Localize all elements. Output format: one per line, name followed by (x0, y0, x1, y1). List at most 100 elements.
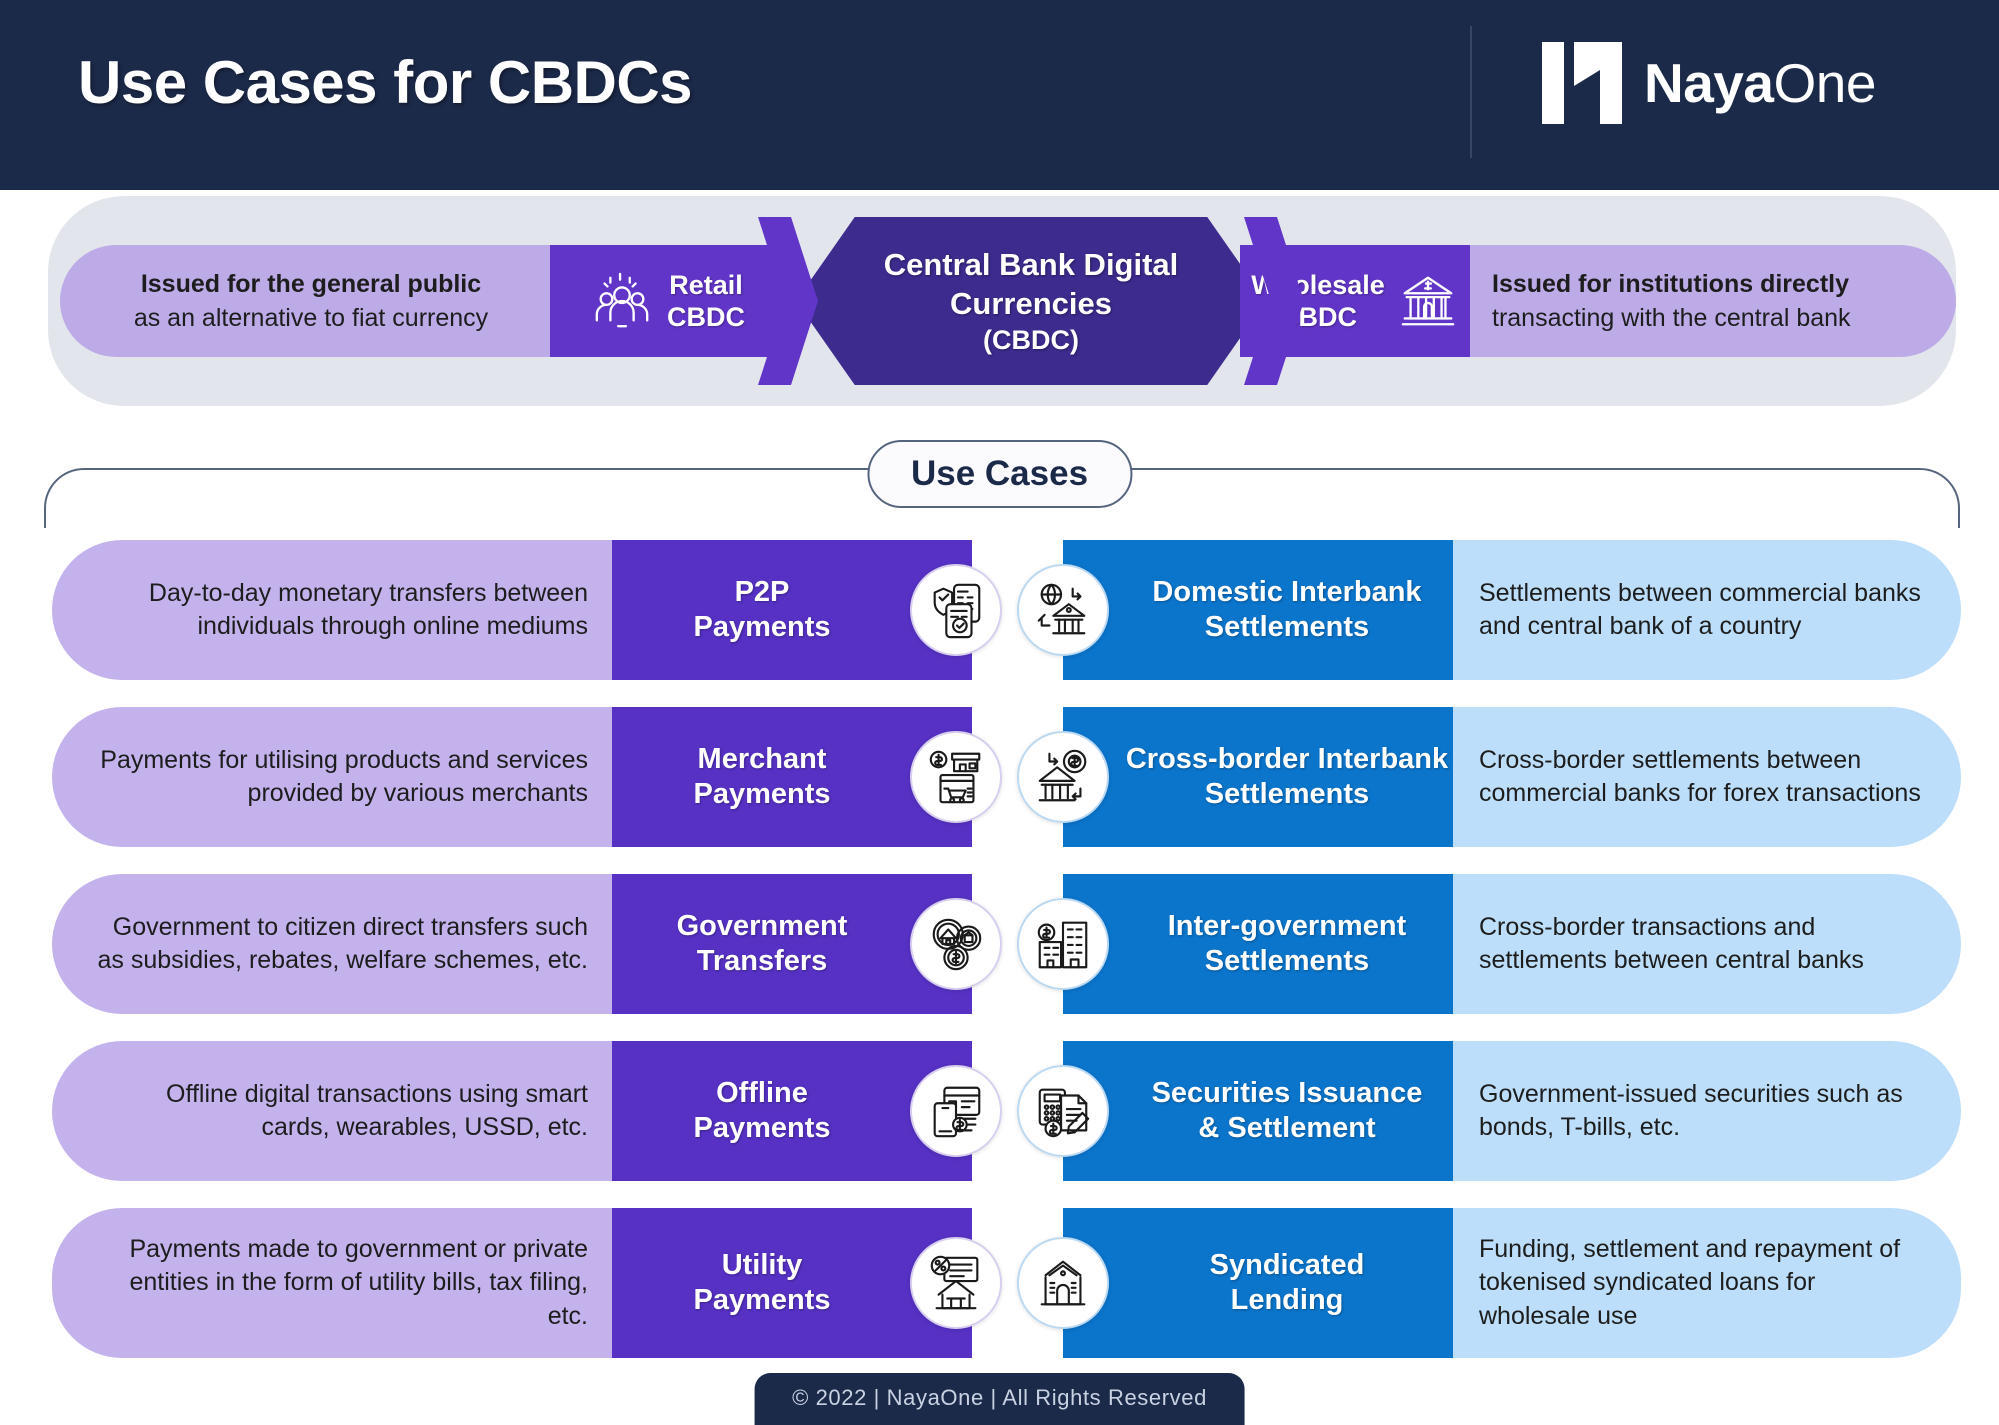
wholesale-use-case-description: Funding, settlement and repayment of tok… (1453, 1208, 1961, 1358)
wholesale-title-line1: Cross-border Interbank (1125, 742, 1449, 775)
card-phone-icon (933, 1086, 981, 1138)
wholesale-banner-desc-light: transacting with the central bank (1492, 304, 1851, 332)
retail-use-case-icon-circle (910, 898, 1002, 990)
wholesale-use-case-icon-circle (1017, 1065, 1109, 1157)
cbdc-center-hexagon: Central Bank Digital Currencies (CBDC) (796, 217, 1266, 385)
buildings-dollar-icon (1037, 921, 1088, 969)
wholesale-use-case-description: Cross-border settlements between commerc… (1453, 707, 1961, 847)
wholesale-use-case-description: Cross-border transactions and settlement… (1453, 874, 1961, 1014)
wholesale-title-line2: Settlements (1204, 945, 1370, 977)
wholesale-desc-text: Funding, settlement and repayment of tok… (1479, 1234, 1901, 1330)
retail-title-line1: Merchant (697, 742, 827, 775)
wholesale-desc-text: Cross-border transactions and settlement… (1479, 912, 1864, 975)
wholesale-use-case-tag[interactable]: Inter-government Settlements (1063, 874, 1453, 1014)
wholesale-use-case-icon-circle (1017, 1237, 1109, 1329)
retail-use-case-icon-circle (910, 1237, 1002, 1329)
retail-desc-text: Day-to-day monetary transfers between in… (148, 578, 588, 641)
use-case-row: Day-to-day monetary transfers between in… (0, 540, 1999, 680)
retail-cbdc-tag[interactable]: Retail CBDC (550, 245, 786, 357)
wholesale-use-case-description: Government-issued securities such as bon… (1453, 1041, 1961, 1181)
wholesale-title-line2: Settlements (1204, 611, 1370, 643)
retail-use-case-description: Payments for utilising products and serv… (52, 707, 612, 847)
retail-use-case-title: Merchant Payments (693, 742, 830, 813)
wholesale-use-case-tag[interactable]: Cross-border Interbank Settlements (1063, 707, 1453, 847)
cbdc-banner: Issued for the general public as an alte… (48, 217, 1956, 385)
use-case-row: Payments for utilising products and serv… (0, 707, 1999, 847)
phone-shield-payment-icon (933, 583, 981, 639)
wholesale-use-case-title: Syndicated Lending (1210, 1248, 1365, 1319)
retail-title-line2: Payments (693, 778, 831, 810)
brand-name: NayaOne (1644, 51, 1876, 115)
nayaone-logo-icon (1542, 42, 1622, 124)
wholesale-title-line1: Syndicated (1209, 1248, 1365, 1281)
cbdc-center-line3: (CBDC) (983, 325, 1079, 356)
retail-use-case-item[interactable]: Offline digital transactions using smart… (52, 1041, 1002, 1181)
retail-title-line1: Utility (721, 1248, 803, 1281)
retail-use-case-item[interactable]: Payments for utilising products and serv… (52, 707, 1002, 847)
wholesale-use-case-title: Securities Issuance & Settlement (1152, 1076, 1423, 1147)
wholesale-title-line2: Settlements (1204, 778, 1370, 810)
bank-coin-exchange-icon (1038, 749, 1087, 802)
wholesale-use-case-item[interactable]: Cross-border Interbank Settlements Cross… (1017, 707, 1961, 847)
wholesale-use-case-icon-circle (1017, 564, 1109, 656)
retail-use-case-item[interactable]: Payments made to government or private e… (52, 1208, 1002, 1358)
wholesale-use-case-icon-circle (1017, 898, 1109, 990)
retail-use-case-icon-circle (910, 564, 1002, 656)
retail-use-case-title: P2P Payments (693, 575, 830, 646)
footer: © 2022 | NayaOne | All Rights Reserved (754, 1373, 1245, 1425)
wholesale-desc-text: Cross-border settlements between commerc… (1479, 745, 1921, 808)
retail-use-case-title: Offline Payments (693, 1076, 830, 1147)
retail-use-case-description: Day-to-day monetary transfers between in… (52, 540, 612, 680)
wholesale-banner-desc-strong: Issued for institutions directly (1492, 270, 1849, 298)
wholesale-use-case-tag[interactable]: Domestic Interbank Settlements (1063, 540, 1453, 680)
use-cases-label: Use Cases (910, 454, 1089, 493)
retail-title-line1: Offline (716, 1076, 808, 1109)
retail-cbdc-tag-label: Retail CBDC (667, 269, 745, 334)
wholesale-title-line1: Inter-government (1167, 909, 1407, 942)
retail-use-case-title: Government Transfers (677, 909, 848, 980)
retail-tag-line1: Retail (669, 269, 743, 300)
retail-use-case-item[interactable]: Day-to-day monetary transfers between in… (52, 540, 1002, 680)
people-group-icon (595, 272, 649, 328)
wholesale-desc-text: Settlements between commercial banks and… (1479, 578, 1921, 641)
use-cases-grid: Day-to-day monetary transfers between in… (0, 540, 1999, 1385)
footer-copyright: © 2022 | NayaOne | All Rights Reserved (792, 1385, 1207, 1410)
retail-use-case-icon-circle (910, 731, 1002, 823)
retail-banner-desc-light: as an alternative to fiat currency (133, 304, 489, 332)
wholesale-title-line1: Domestic Interbank (1152, 575, 1422, 608)
wholesale-use-case-tag[interactable]: Securities Issuance & Settlement (1063, 1041, 1453, 1181)
store-cart-icon (929, 750, 981, 804)
cbdc-center-line1: Central Bank Digital (883, 246, 1179, 282)
retail-use-case-item[interactable]: Government to citizen direct transfers s… (52, 874, 1002, 1014)
wholesale-title-line1: Securities Issuance (1151, 1076, 1423, 1109)
gears-house-dollar-icon (932, 918, 982, 971)
globe-bank-transfer-icon (1037, 583, 1086, 635)
wholesale-title-line2: Lending (1230, 1284, 1344, 1316)
use-case-row: Offline digital transactions using smart… (0, 1041, 1999, 1181)
retail-banner-desc-strong: Issued for the general public (140, 270, 482, 298)
retail-use-case-description: Offline digital transactions using smart… (52, 1041, 612, 1181)
wholesale-use-case-tag[interactable]: Syndicated Lending (1063, 1208, 1453, 1358)
wholesale-use-case-item[interactable]: Syndicated Lending Funding, settlement a… (1017, 1208, 1961, 1358)
retail-desc-text: Offline digital transactions using smart… (166, 1079, 588, 1142)
use-cases-pill: Use Cases (866, 440, 1133, 508)
wholesale-use-case-title: Domestic Interbank Settlements (1152, 575, 1421, 646)
retail-title-line1: Government (676, 909, 848, 942)
brand-name-bold: Naya (1644, 52, 1774, 114)
wholesale-use-case-item[interactable]: Domestic Interbank Settlements Settlemen… (1017, 540, 1961, 680)
wholesale-use-case-item[interactable]: Securities Issuance & Settlement Governm… (1017, 1041, 1961, 1181)
use-case-row: Government to citizen direct transfers s… (0, 874, 1999, 1014)
brand-name-light: One (1773, 52, 1876, 114)
page-header: Use Cases for CBDCs NayaOne (0, 0, 1999, 190)
retail-use-case-description: Payments made to government or private e… (52, 1208, 612, 1358)
wholesale-use-case-title: Inter-government Settlements (1168, 909, 1406, 980)
retail-title-line2: Payments (693, 611, 831, 643)
retail-desc-text: Payments made to government or private e… (129, 1234, 588, 1330)
bill-house-icon (930, 1255, 979, 1310)
wholesale-use-case-item[interactable]: Inter-government Settlements Cross-borde… (1017, 874, 1961, 1014)
brand-logo: NayaOne (1540, 40, 1876, 126)
retail-use-case-title: Utility Payments (693, 1248, 830, 1319)
wholesale-title-line2: & Settlement (1198, 1112, 1376, 1144)
wholesale-use-case-icon-circle (1017, 731, 1109, 823)
retail-tag-line2: CBDC (667, 302, 745, 332)
